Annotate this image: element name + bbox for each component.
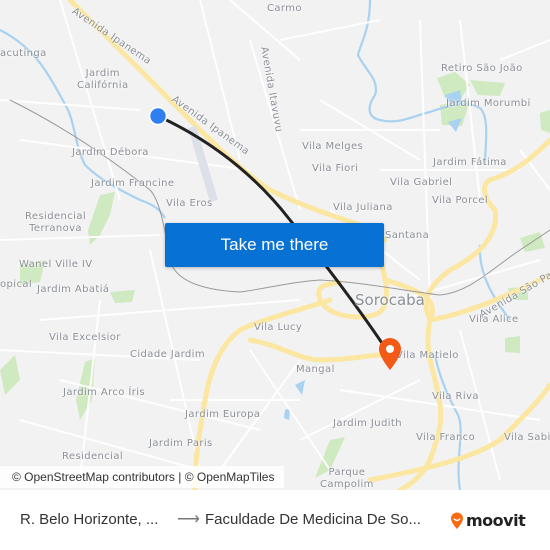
place-label-vila-gabriel: Vila Gabriel [390, 177, 453, 188]
place-label-jardim-judith: Jardim Judith [333, 418, 402, 429]
origin-marker-icon[interactable] [148, 106, 168, 126]
place-label-wanel-ville-iv: Wanel Ville IV [19, 259, 93, 270]
place-label-retiro-sao-joao: Retiro São João [441, 63, 523, 74]
place-label-vila-excelsior: Vila Excelsior [49, 332, 121, 343]
place-label-vila-franco: Vila Franco [416, 432, 476, 443]
place-label-jardim-fatima: Jardim Fátima [433, 157, 507, 168]
place-label-vila-matielo: Vila Matielo [396, 350, 459, 361]
place-label-jardim-california: Jardim Califórnia [77, 68, 129, 91]
place-label-acutinga: acutinga [0, 48, 47, 59]
place-label-tropical: opical [0, 279, 33, 290]
place-label-jardim-abatia: Jardim Abatiá [37, 284, 110, 295]
place-label-mangal: Mangal [296, 364, 335, 375]
route-footer: R. Belo Horizonte, ... ⟶ Faculdade De Me… [0, 490, 550, 550]
place-label-vila-lucy: Vila Lucy [254, 322, 303, 333]
origin-label: R. Belo Horizonte, ... [20, 511, 159, 528]
place-label-vila-eros: Vila Eros [166, 198, 213, 209]
destination-label: Faculdade De Medicina De So... [205, 511, 421, 528]
take-me-there-button[interactable]: Take me there [165, 223, 384, 267]
place-label-vila-porcel: Vila Porcel [432, 195, 488, 206]
place-label-vila-juliana: Vila Juliana [333, 202, 393, 213]
moovit-pin-icon [451, 512, 463, 529]
place-label-jardim-arco-iris: Jardim Arco Íris [63, 387, 146, 398]
place-label-residencial: Residencial [62, 451, 124, 462]
place-label-sorocaba: Sorocaba [355, 291, 425, 309]
place-label-jardim-debora: Jardim Débora [72, 147, 149, 158]
place-label-jardim-francine: Jardim Francine [91, 178, 175, 189]
place-label-cidade-jardim: Cidade Jardim [130, 349, 205, 360]
place-label-santana: Santana [385, 230, 430, 241]
moovit-wordmark: moovit [466, 511, 526, 530]
place-label-vila-fiori: Vila Fiori [312, 163, 359, 174]
place-label-residencial-terranova: Residencial Terranova [25, 211, 87, 234]
airport-runway [188, 126, 218, 202]
place-label-vila-alice: Vila Alice [469, 314, 519, 325]
moovit-logo[interactable]: moovit [450, 511, 526, 530]
place-label-vila-melges: Vila Melges [302, 141, 364, 152]
place-label-vila-sabia: Vila Sabi [504, 432, 550, 443]
place-label-jardim-europa: Jardim Europa [185, 409, 261, 420]
map[interactable]: Avenida Ipanema Avenida Ipanema Avenida … [0, 0, 550, 490]
map-attribution[interactable]: © OpenStreetMap contributors | © OpenMap… [0, 466, 285, 488]
place-label-vila-riva: Vila Riva [432, 391, 479, 402]
place-label-carmo: Carmo [267, 3, 302, 14]
place-label-jardim-morumbi: Jardim Morumbi [446, 98, 531, 109]
place-label-jardim-paris: Jardim Paris [149, 438, 213, 449]
destination-pin-icon[interactable] [377, 337, 403, 371]
place-label-parque-campolim: Parque Campolim [320, 467, 374, 490]
arrow-right-icon: ⟶ [177, 511, 200, 528]
